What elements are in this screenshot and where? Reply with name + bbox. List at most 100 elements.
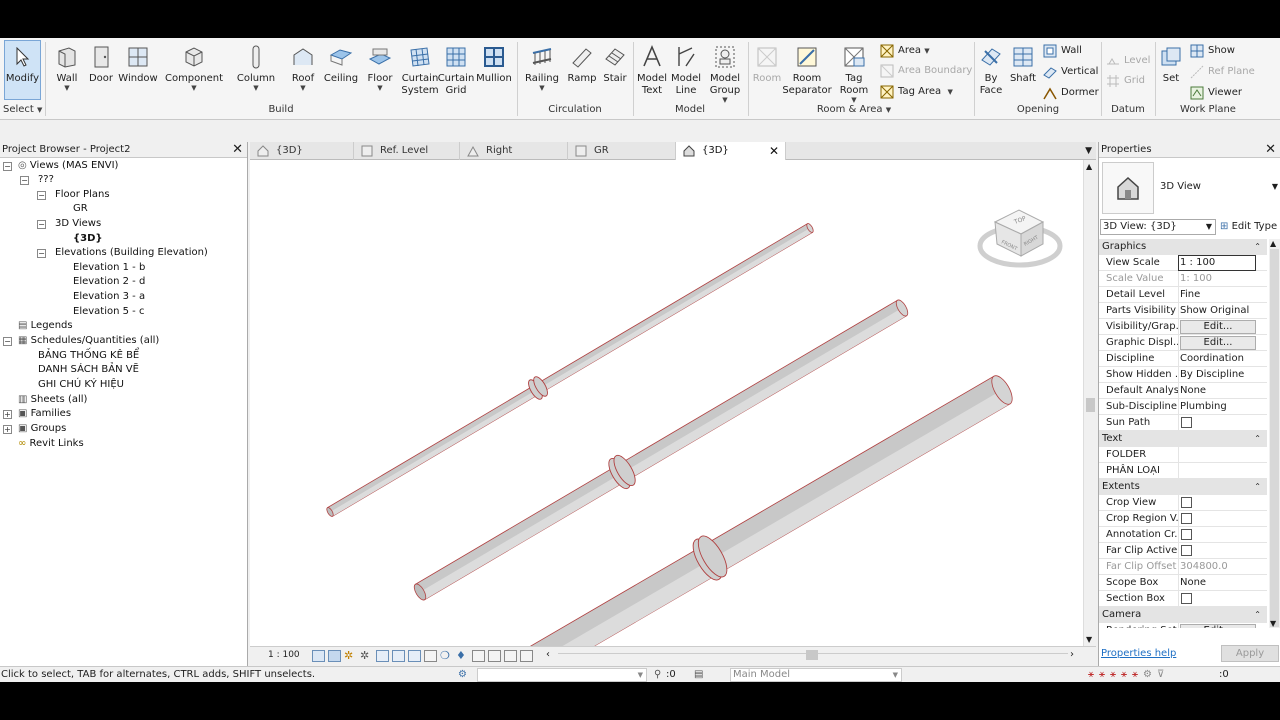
- model-group-button[interactable]: Model Group ▼: [706, 40, 744, 104]
- checkbox[interactable]: [1181, 593, 1192, 604]
- properties-help-link[interactable]: Properties help: [1101, 648, 1176, 659]
- tab-3d-active[interactable]: {3D} ✕: [676, 142, 786, 160]
- detail-level-icon[interactable]: [312, 650, 325, 662]
- checkbox[interactable]: [1181, 417, 1192, 428]
- tree-schedule-3[interactable]: GHI CHÚ KÝ HIỆU: [38, 378, 124, 392]
- tree-elevation-3[interactable]: Elevation 3 - a: [73, 290, 145, 304]
- show-workplane-button[interactable]: Show: [1190, 42, 1250, 60]
- filter-icon[interactable]: ⊽: [1157, 667, 1164, 683]
- wall-button[interactable]: Wall ▼: [50, 40, 84, 92]
- wall-opening-button[interactable]: Wall: [1043, 42, 1099, 60]
- visual-style-icon[interactable]: [328, 650, 341, 662]
- ramp-button[interactable]: Ramp: [564, 40, 600, 85]
- collapse-icon[interactable]: −: [3, 162, 12, 171]
- apply-button[interactable]: Apply: [1221, 645, 1279, 662]
- tree-groups[interactable]: ▣ Groups: [18, 422, 66, 436]
- tab-right[interactable]: Right: [460, 142, 568, 160]
- ceiling-button[interactable]: Ceiling: [322, 40, 360, 85]
- drag-elements-icon[interactable]: ⚹: [1132, 667, 1138, 683]
- checkbox[interactable]: [1181, 529, 1192, 540]
- by-face-button[interactable]: By Face: [976, 40, 1006, 97]
- tree-3d-views[interactable]: 3D Views: [55, 217, 101, 231]
- railing-button[interactable]: Railing ▼: [522, 40, 562, 92]
- pipe-2-highlight[interactable]: [420, 308, 907, 600]
- tree-schedule-2[interactable]: DANH SÁCH BẢN VẼ: [38, 363, 139, 377]
- property-value[interactable]: [1178, 463, 1256, 479]
- scroll-thumb[interactable]: [1086, 398, 1095, 412]
- select-panel-label[interactable]: Select ▼: [0, 104, 44, 115]
- close-icon[interactable]: ✕: [232, 142, 243, 158]
- group-extents[interactable]: Extents ⌃: [1099, 479, 1267, 495]
- lock-view-icon[interactable]: [424, 650, 437, 662]
- pipe-3[interactable]: [509, 375, 1011, 687]
- scroll-thumb[interactable]: [1270, 249, 1279, 627]
- modify-tool[interactable]: Modify: [4, 40, 41, 85]
- design-options-icon[interactable]: ▤: [694, 667, 703, 683]
- pipes-canvas[interactable]: [250, 160, 1083, 687]
- dormer-button[interactable]: Dormer: [1043, 84, 1099, 102]
- tree-schedules[interactable]: ▦ Schedules/Quantities (all): [18, 334, 159, 348]
- vertical-opening-button[interactable]: Vertical: [1043, 63, 1099, 81]
- tree-floor-plans[interactable]: Floor Plans: [55, 188, 110, 202]
- render-icon[interactable]: [376, 650, 389, 662]
- workset-dropdown[interactable]: ▼: [477, 668, 647, 682]
- h-scroll-thumb[interactable]: [806, 650, 818, 660]
- property-value[interactable]: Edit...: [1178, 335, 1256, 351]
- level-button[interactable]: Level: [1106, 52, 1156, 70]
- component-button[interactable]: Component ▼: [164, 40, 224, 92]
- tab-menu-icon[interactable]: ▼: [1085, 142, 1092, 160]
- column-button[interactable]: Column ▼: [236, 40, 276, 92]
- property-value[interactable]: None: [1178, 575, 1256, 591]
- area-boundary-button[interactable]: Area Boundary: [880, 62, 974, 80]
- property-value[interactable]: By Discipline: [1178, 367, 1256, 383]
- scroll-left-icon[interactable]: ‹: [546, 649, 550, 660]
- highlight-icon[interactable]: [504, 650, 517, 662]
- tag-area-button[interactable]: Tag Area ▼: [880, 83, 970, 101]
- type-dropdown-icon[interactable]: ▼: [1272, 182, 1278, 191]
- property-value[interactable]: Fine: [1178, 287, 1256, 303]
- tree-families[interactable]: ▣ Families: [18, 407, 71, 421]
- property-value[interactable]: Edit...: [1178, 319, 1256, 335]
- grid-button[interactable]: Grid: [1106, 72, 1156, 90]
- tree-legends[interactable]: ▤ Legends: [18, 319, 73, 333]
- collapse-icon[interactable]: −: [37, 249, 46, 258]
- close-tab-icon[interactable]: ✕: [769, 142, 779, 160]
- 3d-viewport[interactable]: TOP FRONT RIGHT: [250, 160, 1083, 687]
- roof-button[interactable]: Roof ▼: [286, 40, 320, 92]
- checkbox[interactable]: [1181, 497, 1192, 508]
- area-button[interactable]: Area ▼: [880, 42, 960, 60]
- mullion-button[interactable]: Mullion: [474, 40, 514, 85]
- select-pinned-icon[interactable]: ⚹: [1110, 667, 1116, 683]
- property-value[interactable]: [1178, 527, 1256, 543]
- property-value[interactable]: Show Original: [1178, 303, 1256, 319]
- tab-ref-level[interactable]: Ref. Level: [354, 142, 460, 160]
- close-icon[interactable]: ✕: [1265, 142, 1276, 158]
- curtain-system-button[interactable]: Curtain System: [400, 40, 440, 97]
- floor-button[interactable]: Floor ▼: [362, 40, 398, 92]
- group-graphics[interactable]: Graphics ⌃: [1099, 239, 1267, 255]
- select-by-face-icon[interactable]: ⚹: [1121, 667, 1127, 683]
- tree-elevation-5[interactable]: Elevation 5 - c: [73, 305, 144, 319]
- set-button[interactable]: Set: [1157, 40, 1185, 85]
- property-value[interactable]: [1178, 415, 1256, 431]
- model-text-button[interactable]: Model Text: [634, 40, 670, 97]
- view-scale-label[interactable]: 1 : 100: [268, 650, 300, 660]
- property-value[interactable]: None: [1178, 383, 1256, 399]
- property-value[interactable]: [1178, 495, 1256, 511]
- viewer-button[interactable]: Viewer: [1190, 84, 1250, 102]
- shadows-icon[interactable]: ✲: [360, 650, 373, 662]
- property-value[interactable]: [1178, 543, 1256, 559]
- tree-sheets[interactable]: ▥ Sheets (all): [18, 393, 87, 407]
- room-separator-button[interactable]: Room Separator: [782, 40, 832, 97]
- checkbox[interactable]: [1181, 545, 1192, 556]
- tree-views[interactable]: ◎ Views (MAS ENVI): [18, 159, 118, 173]
- tree-revit-links[interactable]: ∞ Revit Links: [18, 437, 84, 451]
- room-button[interactable]: Room: [750, 40, 784, 85]
- property-value[interactable]: [1178, 511, 1256, 527]
- window-button[interactable]: Window: [118, 40, 158, 85]
- edit-button[interactable]: Edit...: [1180, 320, 1256, 334]
- room-area-panel-label[interactable]: Room & Area ▼: [804, 104, 904, 115]
- show-crop-icon[interactable]: [408, 650, 421, 662]
- vertical-scrollbar[interactable]: ▲ ▼: [1083, 160, 1096, 646]
- tab-3d[interactable]: {3D}: [250, 142, 354, 160]
